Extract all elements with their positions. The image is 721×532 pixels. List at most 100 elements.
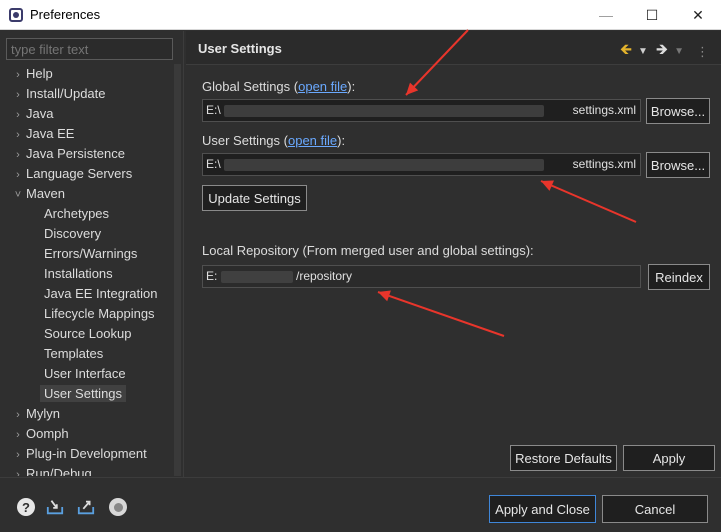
global-settings-label: Global Settings (open file): — [202, 79, 355, 94]
chevron-right-icon[interactable]: › — [10, 445, 26, 465]
local-repository-label: Local Repository (From merged user and g… — [202, 243, 534, 258]
chevron-right-icon[interactable]: › — [10, 465, 26, 476]
app-icon — [9, 7, 23, 22]
sidebar-item-label: Plug-in Development — [26, 446, 147, 461]
redacted-path — [224, 104, 545, 117]
chevron-right-icon[interactable]: › — [10, 165, 26, 185]
minimize-button[interactable]: — — [583, 0, 629, 30]
sidebar-item-help[interactable]: › Help — [0, 64, 172, 84]
forward-arrow-icon[interactable]: 🡺 — [656, 39, 668, 64]
apply-and-close-button[interactable]: Apply and Close — [489, 495, 596, 523]
sidebar-item-plug-in-development[interactable]: › Plug-in Development — [0, 444, 172, 464]
sidebar-item-lifecycle-mappings[interactable]: Lifecycle Mappings — [0, 304, 172, 324]
chevron-right-icon[interactable]: › — [10, 105, 26, 125]
maximize-button[interactable]: ☐ — [629, 0, 675, 30]
apply-button[interactable]: Apply — [623, 445, 715, 471]
filter-input[interactable] — [6, 38, 173, 60]
sidebar-item-discovery[interactable]: Discovery — [0, 224, 172, 244]
reindex-button[interactable]: Reindex — [648, 264, 710, 290]
chevron-right-icon[interactable]: › — [10, 125, 26, 145]
global-settings-text: Global Settings ( — [202, 79, 299, 94]
sidebar-item-oomph[interactable]: › Oomph — [0, 424, 172, 444]
sidebar-item-user-settings[interactable]: User Settings — [0, 384, 172, 404]
user-settings-field[interactable]: E:\ settings.xml — [202, 153, 641, 176]
window-title: Preferences — [30, 7, 101, 22]
sidebar-item-label: Maven — [26, 186, 66, 201]
sidebar-item-java[interactable]: › Java — [0, 104, 172, 124]
sidebar-item-installations[interactable]: Installations — [0, 264, 172, 284]
user-settings-label: User Settings (open file): — [202, 133, 345, 148]
sidebar-item-label: Java EE Integration — [44, 286, 158, 301]
user-path-start: E:\ — [206, 157, 221, 171]
sidebar-item-java-ee-integration[interactable]: Java EE Integration — [0, 284, 172, 304]
title-bar: Preferences — ☐ ✕ — [0, 0, 721, 30]
sidebar-item-user-interface[interactable]: User Interface — [0, 364, 172, 384]
sidebar-item-label: Installations — [44, 266, 113, 281]
view-menu-icon[interactable]: ⋮ — [696, 44, 709, 60]
back-dropdown-icon[interactable]: ▼ — [638, 46, 648, 57]
user-path-end: settings.xml — [572, 157, 636, 171]
global-browse-button[interactable]: Browse... — [646, 98, 710, 124]
sidebar-scrollbar[interactable] — [173, 64, 182, 476]
sidebar-item-errors-warnings[interactable]: Errors/Warnings — [0, 244, 172, 264]
sidebar-item-archetypes[interactable]: Archetypes — [0, 204, 172, 224]
chevron-right-icon[interactable]: › — [10, 85, 26, 105]
preferences-tree: › Help › Install/Update › Java › Java EE › Java P… — [0, 64, 172, 476]
sidebar-item-templates[interactable]: Templates — [0, 344, 172, 364]
user-settings-text: User Settings ( — [202, 133, 288, 148]
sidebar-item-java-ee[interactable]: › Java EE — [0, 124, 172, 144]
settings-content: Global Settings (open file): E:\ setting… — [186, 66, 721, 476]
sidebar-item-label: User Interface — [44, 366, 126, 381]
sidebar-item-label: Lifecycle Mappings — [44, 306, 155, 321]
sidebar-item-maven[interactable]: ˅ Maven — [0, 184, 172, 204]
sidebar-item-language-servers[interactable]: › Language Servers — [0, 164, 172, 184]
forward-dropdown-icon[interactable]: ▼ — [674, 46, 684, 57]
redacted-path — [220, 270, 293, 283]
sidebar-item-mylyn[interactable]: › Mylyn — [0, 404, 172, 424]
back-arrow-icon[interactable]: 🡸 — [620, 39, 632, 64]
page-title: User Settings — [198, 41, 282, 56]
global-path-start: E:\ — [206, 103, 221, 117]
cancel-button[interactable]: Cancel — [602, 495, 708, 523]
export-icon[interactable] — [77, 498, 95, 516]
history-nav: 🡸 ▼ 🡺 ▼ ⋮ — [620, 39, 709, 64]
update-settings-button[interactable]: Update Settings — [202, 185, 307, 211]
repo-path-end: /repository — [296, 269, 353, 283]
global-path-end: settings.xml — [572, 103, 636, 117]
sidebar-item-java-persistence[interactable]: › Java Persistence — [0, 144, 172, 164]
sidebar-item-label: Discovery — [44, 226, 102, 241]
sidebar-item-run-debug[interactable]: › Run/Debug — [0, 464, 172, 476]
dialog-footer: ? Apply and Close Cancel — [0, 477, 721, 532]
record-icon[interactable] — [109, 498, 127, 516]
scrollbar-thumb[interactable] — [174, 64, 181, 476]
chevron-right-icon[interactable]: › — [10, 145, 26, 165]
sidebar-item-label: Archetypes — [44, 206, 110, 221]
sidebar-item-label: Help — [26, 66, 53, 81]
chevron-right-icon[interactable]: › — [10, 405, 26, 425]
user-settings-text-end: ): — [337, 133, 346, 148]
window-controls: — ☐ ✕ — [583, 0, 721, 30]
sidebar-item-source-lookup[interactable]: Source Lookup — [0, 324, 172, 344]
sidebar-item-install-update[interactable]: › Install/Update — [0, 84, 172, 104]
user-open-file-link[interactable]: open file — [288, 133, 337, 148]
page-header: User Settings 🡸 ▼ 🡺 ▼ ⋮ — [186, 31, 721, 65]
global-open-file-link[interactable]: open file — [298, 79, 347, 94]
import-icon[interactable] — [46, 498, 64, 516]
user-browse-button[interactable]: Browse... — [646, 152, 710, 178]
sidebar-item-label: Install/Update — [26, 86, 106, 101]
restore-defaults-button[interactable]: Restore Defaults — [510, 445, 617, 471]
redacted-path — [224, 158, 545, 171]
global-settings-text-end: ): — [347, 79, 356, 94]
help-icon[interactable]: ? — [17, 498, 35, 516]
chevron-down-icon[interactable]: ˅ — [10, 185, 26, 205]
global-settings-field[interactable]: E:\ settings.xml — [202, 99, 641, 122]
sidebar-item-label: Templates — [44, 346, 104, 361]
chevron-right-icon[interactable]: › — [10, 65, 26, 85]
repo-path-start: E: — [206, 269, 218, 283]
sidebar-item-label: Language Servers — [26, 166, 133, 181]
close-button[interactable]: ✕ — [675, 0, 721, 30]
local-repository-field: E: /repository — [202, 265, 641, 288]
chevron-right-icon[interactable]: › — [10, 425, 26, 445]
sidebar: ›Help›Install/Update›Java›Java EE›Java P… — [0, 31, 184, 477]
sidebar-item-label: Run/Debug — [26, 466, 92, 476]
